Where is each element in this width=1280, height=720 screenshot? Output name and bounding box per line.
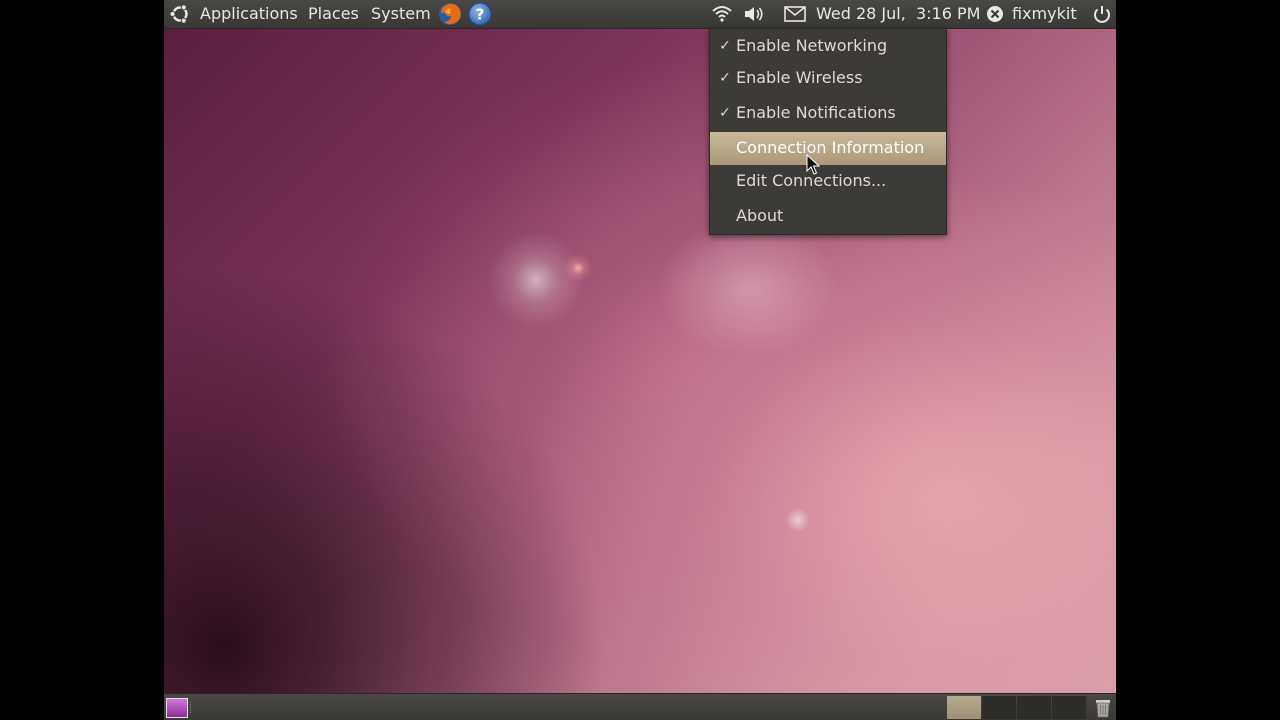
network-menu: ✓ Enable Networking ✓ Enable Wireless ✓ …	[709, 28, 947, 235]
menu-item-edit-connections[interactable]: Edit Connections...	[710, 164, 946, 198]
menu-item-connection-information[interactable]: Connection Information	[710, 132, 946, 165]
workspace-1[interactable]	[947, 696, 981, 719]
menu-item-enable-networking[interactable]: ✓ Enable Networking	[710, 29, 946, 63]
menu-item-label: Enable Notifications	[736, 103, 896, 122]
power-icon[interactable]	[1090, 0, 1114, 28]
desktop-wallpaper	[164, 28, 1116, 693]
menu-item-enable-wireless[interactable]: ✓ Enable Wireless	[710, 61, 946, 95]
wifi-icon[interactable]	[710, 0, 734, 28]
trash-icon[interactable]	[1094, 697, 1112, 718]
menu-item-label: Connection Information	[736, 138, 925, 157]
menu-item-label: Enable Networking	[736, 36, 888, 55]
check-icon: ✓	[719, 105, 731, 121]
system-menu[interactable]: System	[371, 0, 431, 28]
username-menu[interactable]: fixmykit	[1012, 0, 1077, 28]
desktop-screen: Applications Places System ? Wed 28 Jul,…	[164, 0, 1116, 720]
workspace-4[interactable]	[1052, 696, 1086, 719]
check-icon: ✓	[719, 38, 731, 54]
volume-icon[interactable]	[742, 0, 766, 28]
show-desktop-icon[interactable]	[166, 698, 188, 718]
panel-handle[interactable]	[190, 702, 194, 713]
top-panel: Applications Places System ? Wed 28 Jul,…	[164, 0, 1116, 29]
user-status-icon[interactable]	[984, 0, 1006, 28]
clock[interactable]: Wed 28 Jul, 3:16 PM	[816, 0, 980, 28]
check-icon: ✓	[719, 70, 731, 86]
workspace-2[interactable]	[982, 696, 1016, 719]
ubuntu-logo-icon[interactable]	[168, 0, 192, 28]
firefox-icon[interactable]	[436, 0, 464, 28]
menu-item-enable-notifications[interactable]: ✓ Enable Notifications	[710, 96, 946, 130]
bottom-panel	[164, 693, 1116, 720]
svg-text:?: ?	[476, 6, 485, 24]
menu-item-about[interactable]: About	[710, 199, 946, 233]
mouse-cursor-icon	[806, 154, 820, 175]
workspace-3[interactable]	[1017, 696, 1051, 719]
help-icon[interactable]: ?	[466, 0, 494, 28]
places-menu[interactable]: Places	[308, 0, 359, 28]
menu-item-label: Enable Wireless	[736, 68, 863, 87]
mail-icon[interactable]	[782, 0, 808, 28]
applications-menu[interactable]: Applications	[200, 0, 298, 28]
menu-item-label: About	[736, 206, 784, 225]
